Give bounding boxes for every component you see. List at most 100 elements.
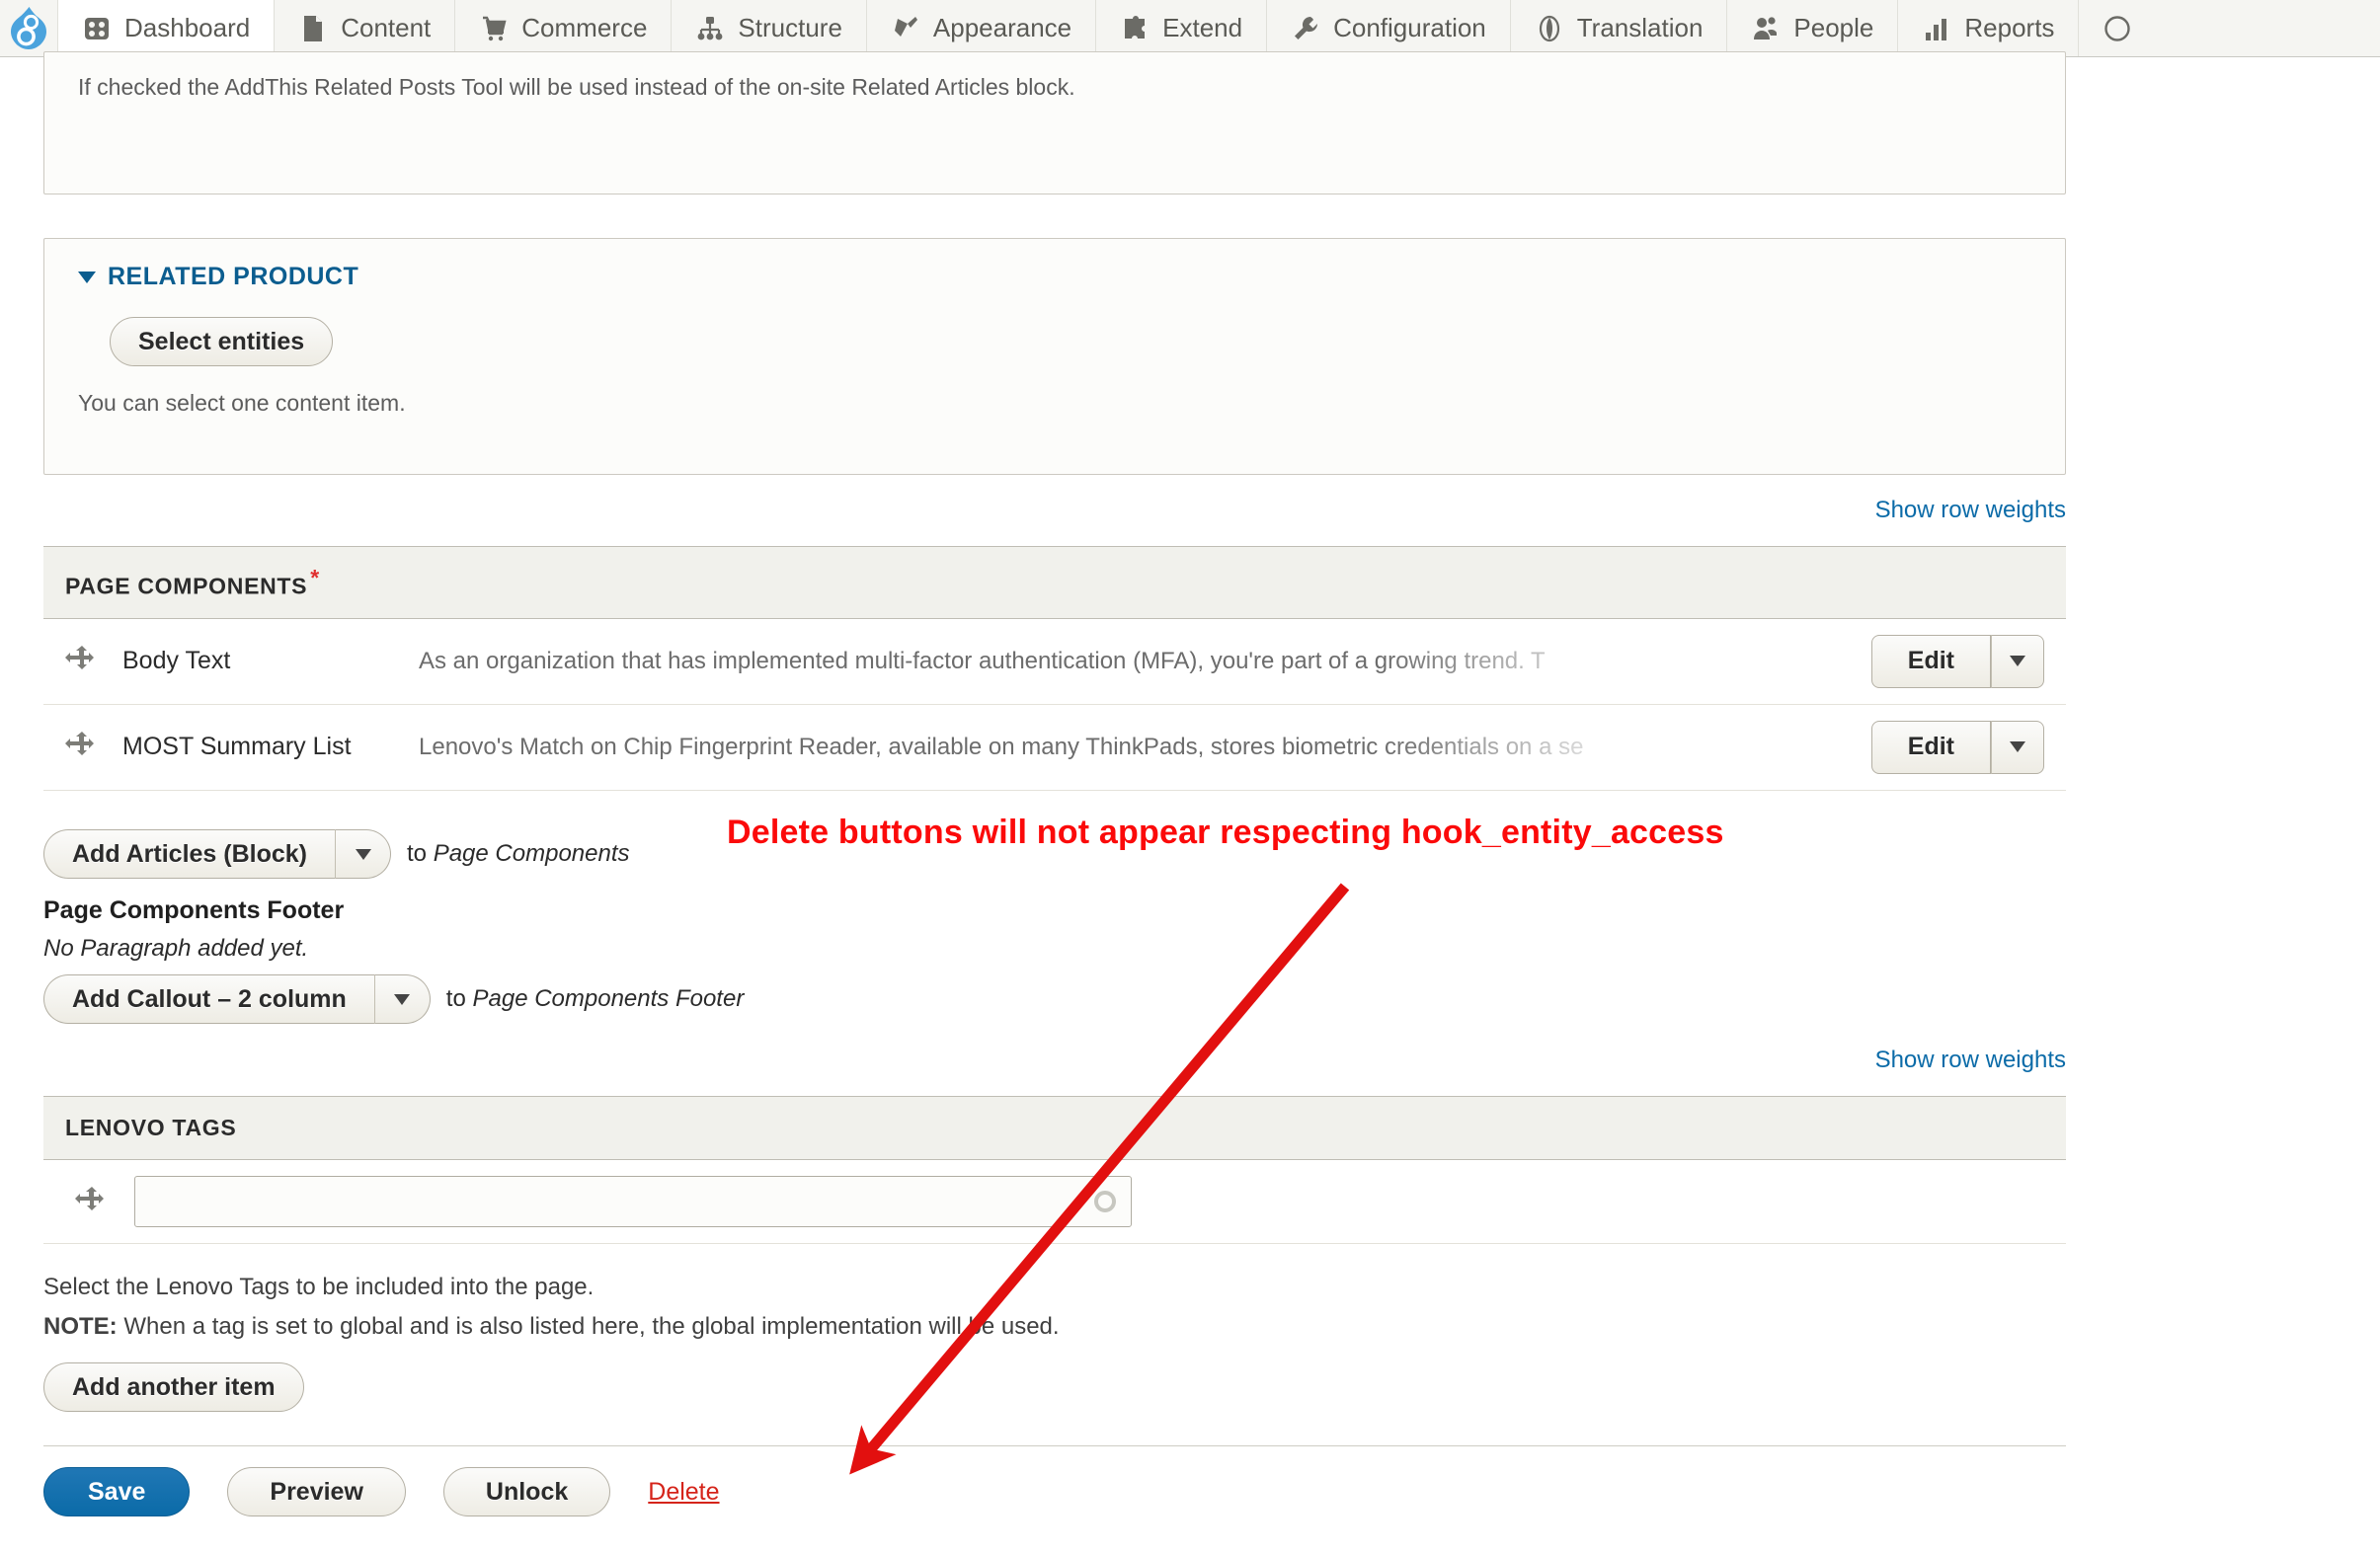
lenovo-tags-input[interactable] xyxy=(134,1176,1132,1227)
show-row-weights-link-page-components[interactable]: Show row weights xyxy=(1875,497,2066,523)
add-callout-suffix-target: Page Components Footer xyxy=(472,985,745,1012)
add-callout-suffix-prefix: to xyxy=(445,985,466,1012)
table-header-row: LENOVO TAGS xyxy=(43,1096,2066,1160)
row-actions: Edit xyxy=(1849,704,2066,791)
table-row: MOST Summary List Lenovo's Match on Chip… xyxy=(43,704,2066,791)
add-callout-row: Add Callout – 2 column to Page Component… xyxy=(43,974,2066,1024)
page-body: If checked the AddThis Related Posts Too… xyxy=(0,51,2380,1554)
edit-dropdown-toggle[interactable] xyxy=(1991,634,2044,688)
lenovo-tags-weights-row: Show row weights xyxy=(43,1047,2066,1074)
dashboard-icon xyxy=(82,14,112,43)
save-button[interactable]: Save xyxy=(43,1467,191,1516)
drupal-logo[interactable] xyxy=(0,0,57,56)
lenovo-tags-description: Select the Lenovo Tags to be included in… xyxy=(43,1274,595,1300)
row-label: MOST Summary List xyxy=(101,704,397,791)
add-another-item-button[interactable]: Add another item xyxy=(43,1362,304,1412)
page-components-footer-section: Page Components Footer No Paragraph adde… xyxy=(43,896,2066,1024)
row-summary: Lenovo's Match on Chip Fingerprint Reade… xyxy=(419,733,1584,760)
toolbar-item-reports[interactable]: Reports xyxy=(1897,0,2078,56)
lenovo-tags-note: NOTE: When a tag is set to global and is… xyxy=(43,1313,2066,1341)
add-articles-split-button[interactable]: Add Articles (Block) xyxy=(43,829,392,879)
chevron-down-icon xyxy=(78,271,96,283)
add-callout-suffix: to Page Components Footer xyxy=(446,985,745,1013)
drag-handle-icon[interactable] xyxy=(75,1186,105,1218)
edit-split-button[interactable]: Edit xyxy=(1870,720,2044,774)
lenovo-tags-note-label: NOTE: xyxy=(43,1313,118,1340)
commerce-cart-icon xyxy=(479,14,509,43)
table-row: Body Text As an organization that has im… xyxy=(43,618,2066,705)
toolbar-item-configuration[interactable]: Configuration xyxy=(1266,0,1510,56)
add-articles-suffix-prefix: to xyxy=(407,840,428,867)
drag-cell[interactable] xyxy=(43,618,101,705)
row-label: Body Text xyxy=(101,618,397,705)
page-components-weights-row: Show row weights xyxy=(43,497,2066,524)
edit-dropdown-toggle[interactable] xyxy=(1991,720,2044,774)
form-actions-divider xyxy=(43,1445,2066,1446)
related-product-description: You can select one content item. xyxy=(78,390,406,416)
toolbar-item-label: Dashboard xyxy=(124,13,251,42)
lenovo-tags-autocomplete[interactable] xyxy=(134,1176,1132,1227)
chevron-down-icon xyxy=(2010,656,2025,667)
toolbar-item-help[interactable] xyxy=(2078,0,2169,56)
lenovo-tags-input-cell xyxy=(105,1159,2066,1244)
drag-handle-icon[interactable] xyxy=(65,646,95,677)
lenovo-tags-table-wrapper: LENOVO TAGS xyxy=(43,1096,2066,1244)
toolbar-item-label: Content xyxy=(341,13,432,42)
preview-button[interactable]: Preview xyxy=(227,1467,406,1516)
toolbar-item-label: Configuration xyxy=(1333,13,1486,42)
structure-icon xyxy=(695,14,725,43)
addthis-description: If checked the AddThis Related Posts Too… xyxy=(78,74,1075,100)
lenovo-tags-header-cell: LENOVO TAGS xyxy=(43,1096,2066,1160)
show-row-weights-link-lenovo-tags[interactable]: Show row weights xyxy=(1875,1047,2066,1073)
throbber-icon xyxy=(1094,1191,1116,1212)
toolbar-item-appearance[interactable]: Appearance xyxy=(865,0,1095,56)
configuration-wrench-icon xyxy=(1291,14,1320,43)
chevron-down-icon xyxy=(355,848,371,860)
toolbar-item-extend[interactable]: Extend xyxy=(1095,0,1266,56)
toolbar-item-label: Extend xyxy=(1162,13,1243,42)
add-articles-button[interactable]: Add Articles (Block) xyxy=(43,829,337,879)
row-actions: Edit xyxy=(1849,618,2066,705)
page-components-table: PAGE COMPONENTS * Body Text As an organiz… xyxy=(43,546,2066,791)
add-articles-dropdown-toggle[interactable] xyxy=(336,829,392,879)
edit-button[interactable]: Edit xyxy=(1870,634,1991,688)
lenovo-tags-note-text: When a tag is set to global and is also … xyxy=(117,1313,1060,1340)
select-entities-button[interactable]: Select entities xyxy=(110,317,334,366)
toolbar-item-label: People xyxy=(1793,13,1874,42)
drag-handle-icon[interactable] xyxy=(65,732,95,763)
related-product-fieldset: RELATED PRODUCT Select entities You can … xyxy=(43,238,2066,475)
help-icon xyxy=(2102,14,2132,43)
page-components-footer-empty-message: No Paragraph added yet. xyxy=(43,935,309,962)
table-row xyxy=(43,1159,2066,1244)
toolbar-item-dashboard[interactable]: Dashboard xyxy=(57,0,275,56)
page-components-header-cell: PAGE COMPONENTS * xyxy=(43,546,2066,619)
unlock-button[interactable]: Unlock xyxy=(442,1467,611,1516)
add-callout-split-button[interactable]: Add Callout – 2 column xyxy=(43,974,431,1024)
table-header-row: PAGE COMPONENTS * xyxy=(43,546,2066,619)
drag-cell[interactable] xyxy=(43,704,101,791)
toolbar-item-label: Reports xyxy=(1964,13,2055,42)
add-callout-button[interactable]: Add Callout – 2 column xyxy=(43,974,375,1024)
related-product-legend[interactable]: RELATED PRODUCT xyxy=(78,263,2031,291)
toolbar-item-structure[interactable]: Structure xyxy=(671,0,866,56)
content-icon xyxy=(298,14,328,43)
toolbar-item-translation[interactable]: Translation xyxy=(1509,0,1727,56)
drag-cell[interactable] xyxy=(43,1159,105,1244)
people-icon xyxy=(1751,14,1781,43)
edit-split-button[interactable]: Edit xyxy=(1870,634,2044,688)
edit-button[interactable]: Edit xyxy=(1870,720,1991,774)
toolbar-item-people[interactable]: People xyxy=(1726,0,1897,56)
chevron-down-icon xyxy=(394,993,411,1005)
toolbar-item-commerce[interactable]: Commerce xyxy=(454,0,671,56)
add-articles-suffix: to Page Components xyxy=(407,840,629,868)
toolbar-item-label: Commerce xyxy=(521,13,648,42)
row-summary-cell: As an organization that has implemented … xyxy=(397,618,1849,705)
annotation-text: Delete buttons will not appear respectin… xyxy=(727,814,1724,851)
add-callout-dropdown-toggle[interactable] xyxy=(374,974,431,1024)
delete-link[interactable]: Delete xyxy=(648,1478,719,1507)
toolbar-item-content[interactable]: Content xyxy=(274,0,454,56)
toolbar-item-label: Structure xyxy=(738,13,842,42)
page-components-table-wrapper: PAGE COMPONENTS * Body Text As an organiz… xyxy=(43,546,2066,791)
related-product-legend-label: RELATED PRODUCT xyxy=(108,263,359,290)
required-marker: * xyxy=(310,565,320,590)
